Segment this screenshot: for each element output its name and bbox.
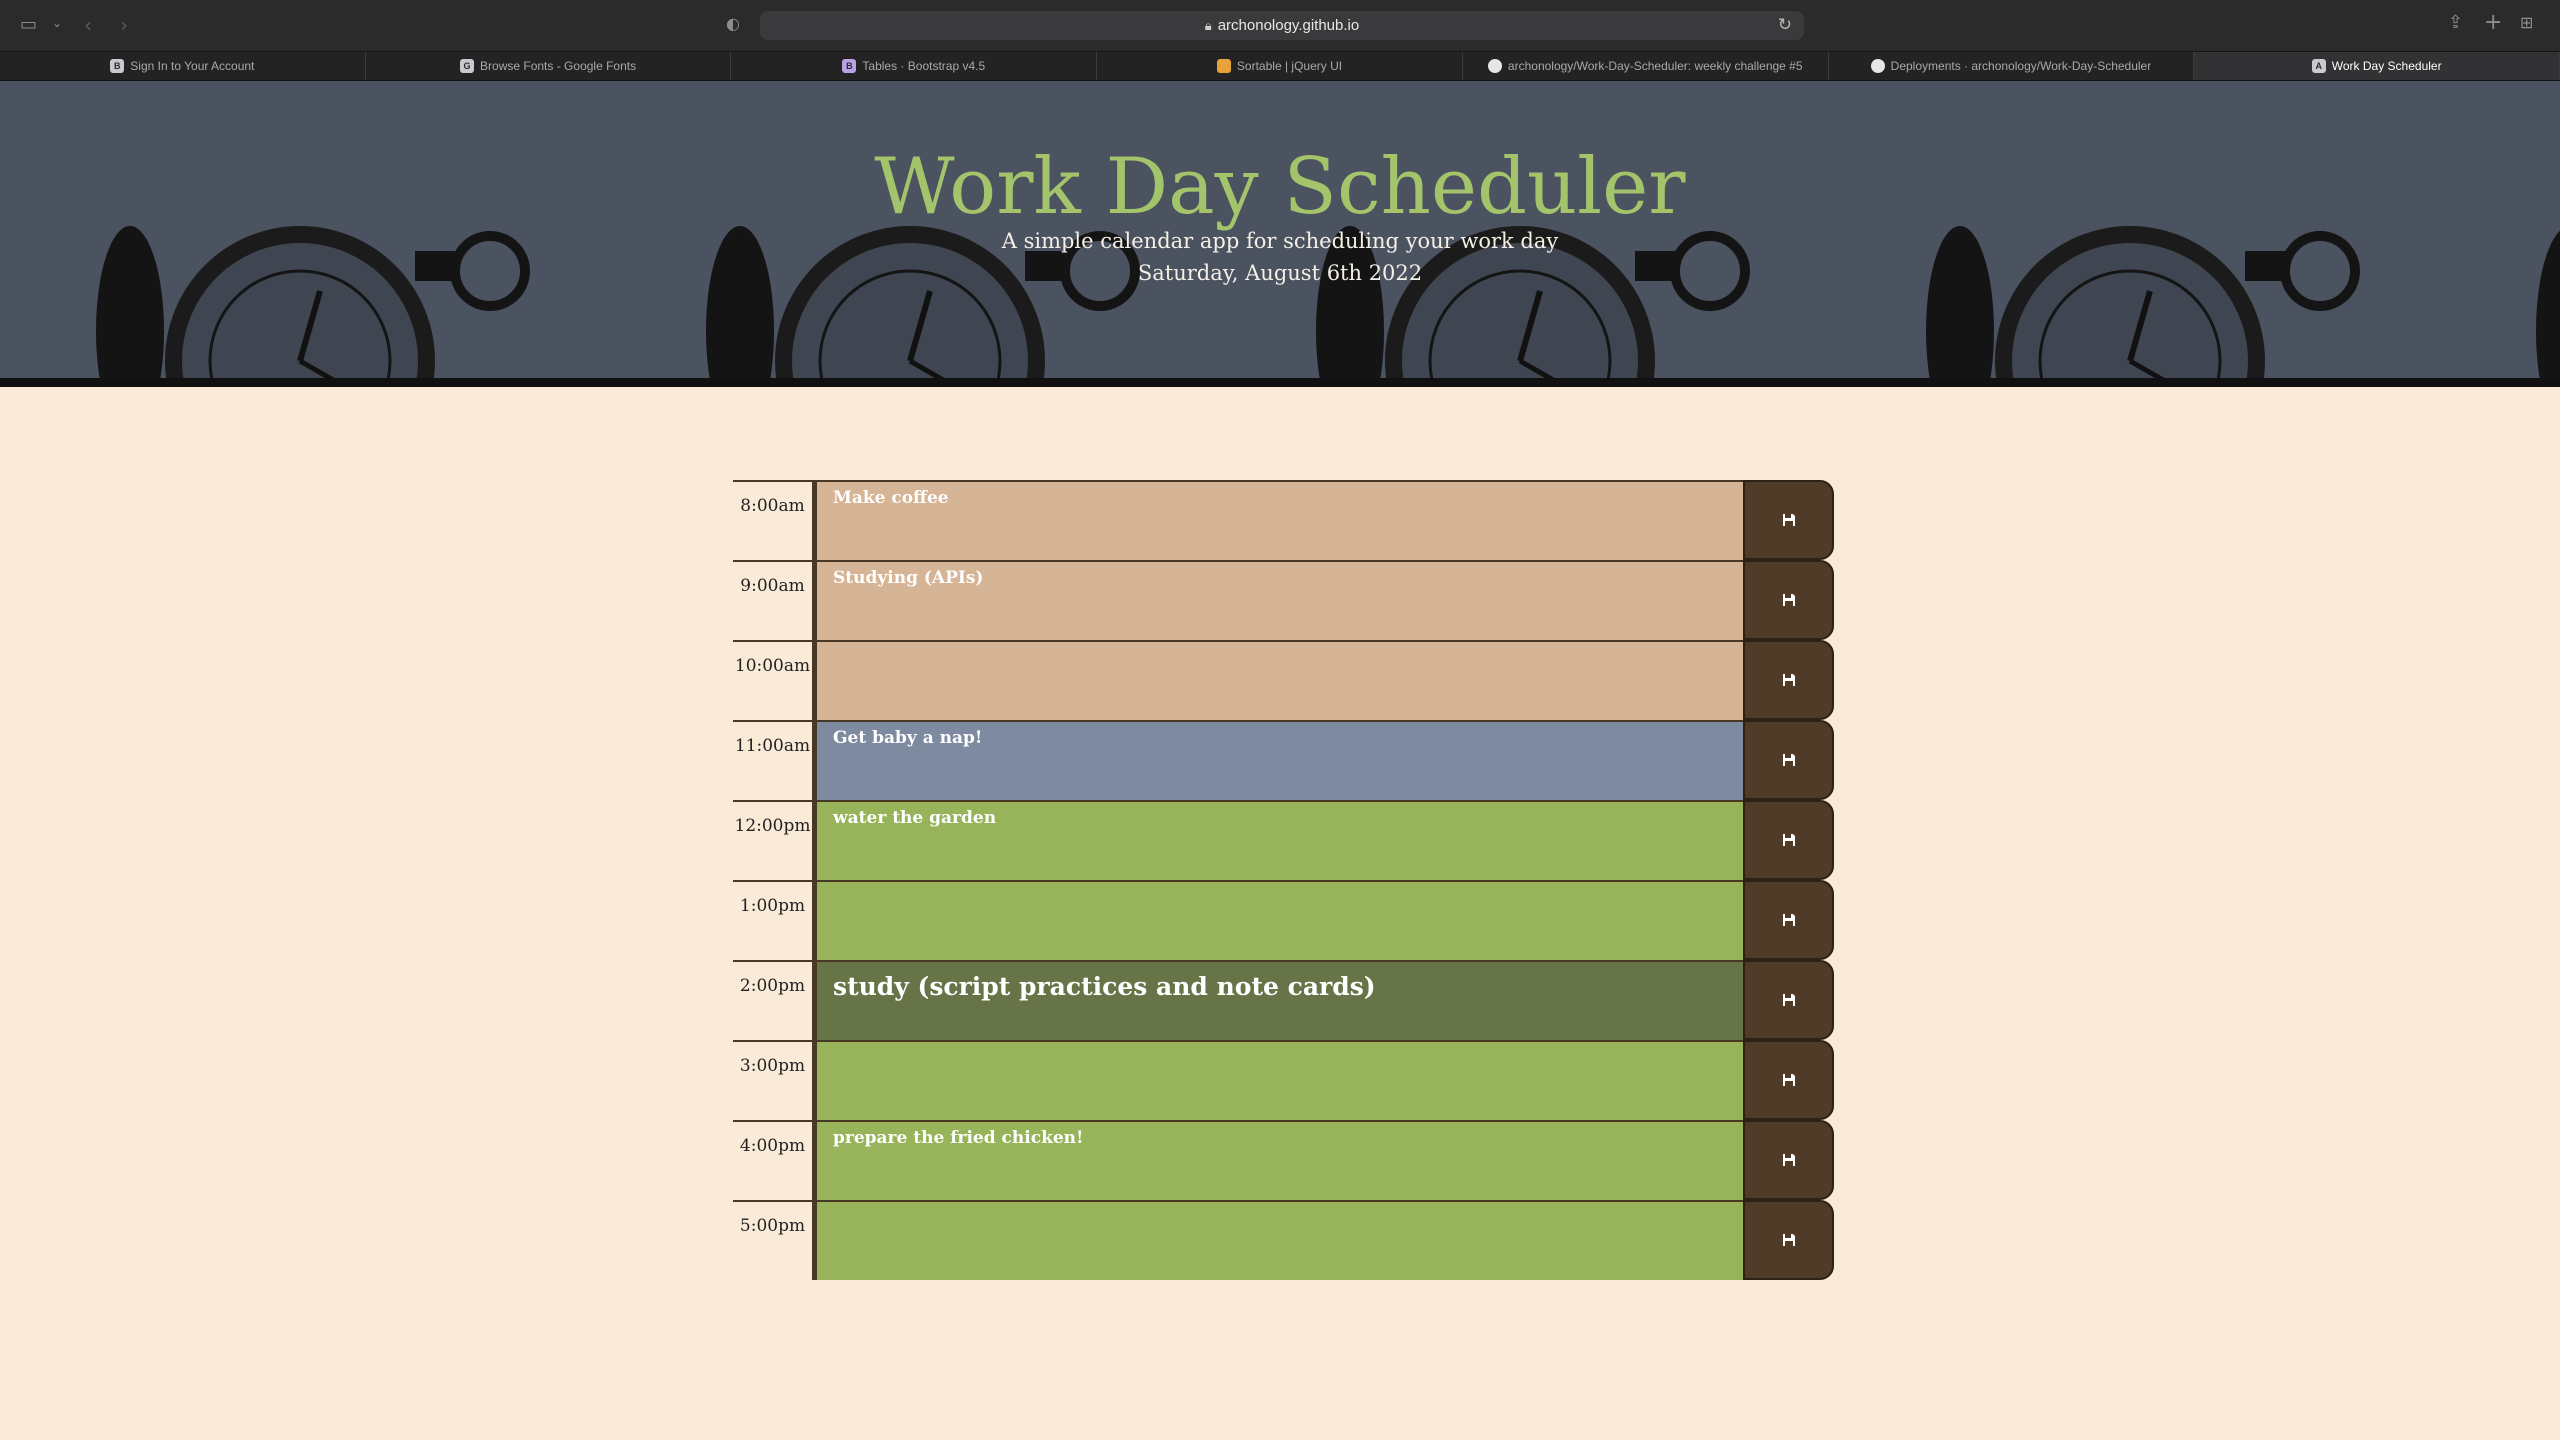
hour-label: 5:00pm	[733, 1200, 817, 1280]
description-textarea[interactable]	[817, 640, 1743, 720]
privacy-shield-icon[interactable]: ◐	[726, 14, 740, 33]
tab-bar: B Sign In to Your Account G Browse Fonts…	[0, 51, 2560, 81]
hour-label: 3:00pm	[733, 1040, 817, 1120]
header-jumbotron: Work Day Scheduler A simple calendar app…	[0, 81, 2560, 387]
share-icon[interactable]: ⇪	[2448, 12, 2463, 33]
chevron-down-icon[interactable]: ⌄	[52, 16, 62, 30]
hour-label: 4:00pm	[733, 1120, 817, 1200]
back-icon[interactable]: ‹	[84, 13, 92, 37]
page-subtitle: A simple calendar app for scheduling you…	[1001, 228, 1559, 253]
hour-label: 2:00pm	[733, 960, 817, 1040]
tab-favicon-icon: A	[2311, 59, 2326, 73]
github-favicon-icon	[1870, 59, 1885, 73]
floppy-disk-icon	[1782, 994, 1795, 1006]
address-bar[interactable]: 🔒︎ archonology.github.io ↻	[760, 11, 1804, 40]
time-block-row: 10:00am	[733, 640, 1834, 720]
tab-github-deployments[interactable]: Deployments · archonology/Work-Day-Sched…	[1829, 52, 2195, 80]
description-textarea[interactable]: Studying (APIs)	[817, 560, 1743, 640]
tab-favicon-icon: B	[110, 59, 125, 73]
tab-label: Browse Fonts - Google Fonts	[480, 59, 637, 73]
floppy-disk-icon	[1782, 1154, 1795, 1166]
reload-icon[interactable]: ↻	[1778, 15, 1792, 35]
floppy-disk-icon	[1782, 674, 1795, 686]
time-block-row: 9:00am Studying (APIs)	[733, 560, 1834, 640]
tab-work-day-scheduler[interactable]: A Work Day Scheduler	[2194, 52, 2560, 80]
sidebar-toggle-icon[interactable]: ▭	[20, 14, 37, 35]
description-textarea[interactable]	[817, 880, 1743, 960]
save-button[interactable]	[1743, 720, 1834, 800]
time-block-row: 2:00pm study (script practices and note …	[733, 960, 1834, 1040]
save-button[interactable]	[1743, 1120, 1834, 1200]
description-textarea[interactable]: study (script practices and note cards)	[817, 960, 1743, 1040]
github-favicon-icon	[1487, 59, 1502, 73]
tab-sign-in[interactable]: B Sign In to Your Account	[0, 52, 366, 80]
floppy-disk-icon	[1782, 594, 1795, 606]
time-block-row: 1:00pm	[733, 880, 1834, 960]
save-button[interactable]	[1743, 960, 1834, 1040]
tab-label: archonology/Work-Day-Scheduler: weekly c…	[1507, 59, 1803, 73]
hour-label: 11:00am	[733, 720, 817, 800]
description-textarea[interactable]: prepare the fried chicken!	[817, 1120, 1743, 1200]
save-button[interactable]	[1743, 640, 1834, 720]
save-button[interactable]	[1743, 880, 1834, 960]
time-block-row: 12:00pm water the garden	[733, 800, 1834, 880]
forward-icon[interactable]: ›	[120, 13, 128, 37]
tab-bootstrap-tables[interactable]: B Tables · Bootstrap v4.5	[731, 52, 1098, 80]
floppy-disk-icon	[1782, 834, 1795, 846]
floppy-disk-icon	[1782, 914, 1795, 926]
save-button[interactable]	[1743, 1040, 1834, 1120]
floppy-disk-icon	[1782, 1074, 1795, 1086]
tab-github-repo[interactable]: archonology/Work-Day-Scheduler: weekly c…	[1463, 52, 1829, 80]
save-button[interactable]	[1743, 560, 1834, 640]
hour-label: 1:00pm	[733, 880, 817, 960]
description-textarea[interactable]: Make coffee	[817, 480, 1743, 560]
lock-icon: 🔒︎	[1204, 17, 1212, 33]
tab-jquery-sortable[interactable]: Sortable | jQuery UI	[1097, 52, 1463, 80]
tab-favicon-icon: B	[842, 59, 857, 73]
tab-label: Work Day Scheduler	[2331, 59, 2442, 73]
tab-label: Sign In to Your Account	[130, 59, 255, 73]
time-block-row: 3:00pm	[733, 1040, 1834, 1120]
description-textarea[interactable]: Get baby a nap!	[817, 720, 1743, 800]
hour-label: 10:00am	[733, 640, 817, 720]
description-textarea[interactable]	[817, 1200, 1743, 1280]
address-bar-url: archonology.github.io	[1217, 17, 1360, 34]
description-textarea[interactable]: water the garden	[817, 800, 1743, 880]
time-block-row: 5:00pm	[733, 1200, 1834, 1280]
floppy-disk-icon	[1782, 754, 1795, 766]
save-button[interactable]	[1743, 1200, 1834, 1280]
tab-favicon-icon: G	[460, 59, 475, 73]
time-block-container: 8:00am Make coffee 9:00am Studying (APIs…	[733, 480, 1834, 1280]
time-block-row: 11:00am Get baby a nap!	[733, 720, 1834, 800]
tab-google-fonts[interactable]: G Browse Fonts - Google Fonts	[366, 52, 732, 80]
new-tab-icon[interactable]: +	[2484, 10, 2502, 35]
tab-overview-icon[interactable]: ⊞	[2520, 13, 2533, 32]
time-block-row: 8:00am Make coffee	[733, 480, 1834, 560]
hour-label: 8:00am	[733, 480, 817, 560]
floppy-disk-icon	[1782, 1234, 1795, 1246]
description-textarea[interactable]	[817, 1040, 1743, 1120]
hour-label: 9:00am	[733, 560, 817, 640]
save-button[interactable]	[1743, 480, 1834, 560]
tab-label: Sortable | jQuery UI	[1236, 59, 1343, 73]
page-title: Work Day Scheduler	[874, 142, 1686, 232]
save-button[interactable]	[1743, 800, 1834, 880]
floppy-disk-icon	[1782, 514, 1795, 526]
tab-label: Tables · Bootstrap v4.5	[862, 59, 986, 73]
time-block-row: 4:00pm prepare the fried chicken!	[733, 1120, 1834, 1200]
current-day: Saturday, August 6th 2022	[1137, 260, 1423, 285]
jquery-favicon-icon	[1216, 59, 1231, 73]
browser-toolbar: ▭ ⌄ ‹ › ◐ 🔒︎ archonology.github.io ↻ ⇪ +…	[0, 0, 2560, 51]
tab-label: Deployments · archonology/Work-Day-Sched…	[1890, 59, 2152, 73]
hour-label: 12:00pm	[733, 800, 817, 880]
